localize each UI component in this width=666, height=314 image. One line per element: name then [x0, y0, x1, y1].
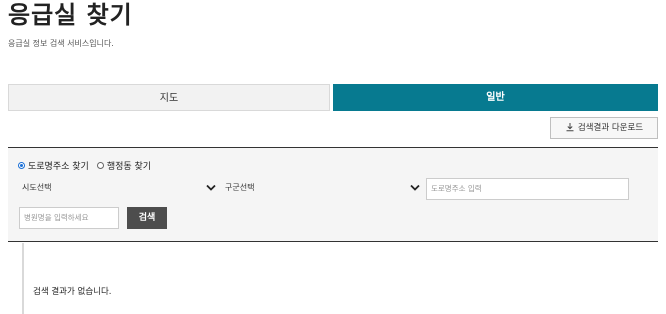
gugun-select-value: 구군선택 [225, 183, 255, 192]
sido-select[interactable]: 시도선택 [20, 178, 218, 198]
search-type-radios: 도로명주소 찾기 행정동 찾기 [18, 159, 159, 172]
tab-map[interactable]: 지도 [8, 84, 330, 111]
radio-unselected-icon [96, 162, 104, 169]
page-subtitle: 응급실 정보 검색 서비스입니다. [8, 39, 114, 48]
road-address-input[interactable]: 도로명주소 입력 [426, 178, 629, 200]
results-area: 검색 결과가 없습니다. [22, 243, 658, 314]
download-icon [566, 123, 574, 132]
search-panel: 도로명주소 찾기 행정동 찾기 시도선택 구군선택 도로명주소 입력 병원명을 … [8, 147, 658, 242]
radio-selected-icon [18, 162, 25, 169]
chevron-down-icon [206, 184, 216, 191]
radio-road-address-label: 도로명주소 찾기 [28, 162, 89, 172]
search-button[interactable]: 검색 [127, 207, 167, 229]
hospital-name-input[interactable]: 병원명을 입력하세요 [19, 207, 119, 229]
tab-general[interactable]: 일반 [333, 84, 658, 111]
gugun-select[interactable]: 구군선택 [224, 178, 422, 198]
radio-road-address[interactable]: 도로명주소 찾기 [18, 159, 89, 172]
empty-results-message: 검색 결과가 없습니다. [33, 287, 112, 297]
download-results-button[interactable]: 검색결과 다운로드 [550, 117, 658, 139]
chevron-down-icon [410, 184, 420, 191]
sido-select-value: 시도선택 [22, 183, 52, 192]
radio-admin-district-label: 행정동 찾기 [106, 162, 152, 172]
download-label: 검색결과 다운로드 [577, 123, 644, 133]
radio-admin-district[interactable]: 행정동 찾기 [96, 159, 152, 172]
page-title: 응급실 찾기 [8, 1, 133, 29]
